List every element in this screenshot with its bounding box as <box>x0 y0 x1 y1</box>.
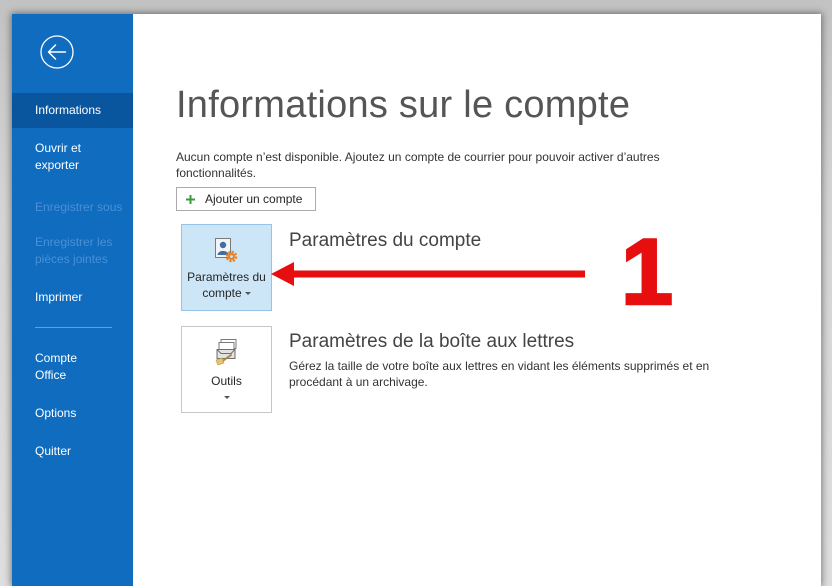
sidebar-item-label: Informations <box>35 103 102 117</box>
sidebar-item-label: exporter <box>35 157 80 172</box>
tools-caret-line <box>182 389 271 405</box>
sidebar-item-label: Enregistrer sous <box>35 199 123 214</box>
add-account-label: Ajouter un compte <box>205 192 303 206</box>
add-account-button[interactable]: Ajouter un compte <box>176 187 316 211</box>
back-arrow-icon <box>40 35 74 69</box>
sidebar-item-office-account[interactable]: Compte Office <box>12 344 133 389</box>
account-settings-heading: Paramètres du compte <box>289 230 482 251</box>
account-settings-icon <box>215 238 238 263</box>
sidebar-item-label: Office <box>35 367 67 382</box>
sidebar-item-options[interactable]: Options <box>12 396 133 430</box>
back-button[interactable] <box>40 35 74 69</box>
tools-tile-label: Outils <box>211 374 242 388</box>
sidebar-item-label: Options <box>35 405 77 420</box>
account-info-panel: Informations sur le compte Aucun compte … <box>133 14 821 586</box>
chevron-down-icon <box>244 292 251 296</box>
sidebar-item-save-attachments: Enregistrer les pièces jointes <box>12 228 133 273</box>
chevron-down-icon <box>223 396 230 400</box>
backstage-sidebar: Informations Ouvrir et exporter Enregist… <box>12 14 133 586</box>
sidebar-item-label: Ouvrir et <box>35 140 82 155</box>
sidebar-item-label: Enregistrer les <box>35 234 113 249</box>
sidebar-item-informations[interactable]: Informations <box>12 93 133 128</box>
mailbox-settings-heading: Paramètres de la boîte aux lettres <box>289 331 575 352</box>
account-settings-tile-label: Paramètres du compte <box>187 270 266 300</box>
sidebar-item-label: Compte <box>35 350 78 365</box>
page-title: Informations sur le compte <box>176 84 631 126</box>
mailbox-settings-description: Gérez la taille de votre boîte aux lettr… <box>289 359 710 389</box>
sidebar-item-label: pièces jointes <box>35 251 108 266</box>
account-settings-tile-label-wrap: Paramètres du compte <box>182 269 271 301</box>
sidebar-item-quit[interactable]: Quitter <box>12 434 133 468</box>
outlook-backstage-window: Informations Ouvrir et exporter Enregist… <box>12 14 821 586</box>
plus-icon <box>186 194 195 204</box>
mailbox-tools-icon <box>215 339 237 366</box>
tools-tile-label-wrap: Outils <box>182 373 271 405</box>
screenshot-stage: Informations Ouvrir et exporter Enregist… <box>0 0 832 586</box>
sidebar-item-label: Imprimer <box>35 289 83 304</box>
account-settings-button[interactable]: Paramètres du compte <box>181 224 272 311</box>
sidebar-item-print[interactable]: Imprimer <box>12 280 133 314</box>
tools-button[interactable]: Outils <box>181 326 272 413</box>
sidebar-item-save-as: Enregistrer sous <box>12 190 133 224</box>
no-account-notice: Aucun compte n’est disponible. Ajoutez u… <box>176 150 660 180</box>
sidebar-divider <box>35 327 112 328</box>
sidebar-item-label: Quitter <box>35 443 72 458</box>
sidebar-item-open-export[interactable]: Ouvrir et exporter <box>12 134 133 179</box>
